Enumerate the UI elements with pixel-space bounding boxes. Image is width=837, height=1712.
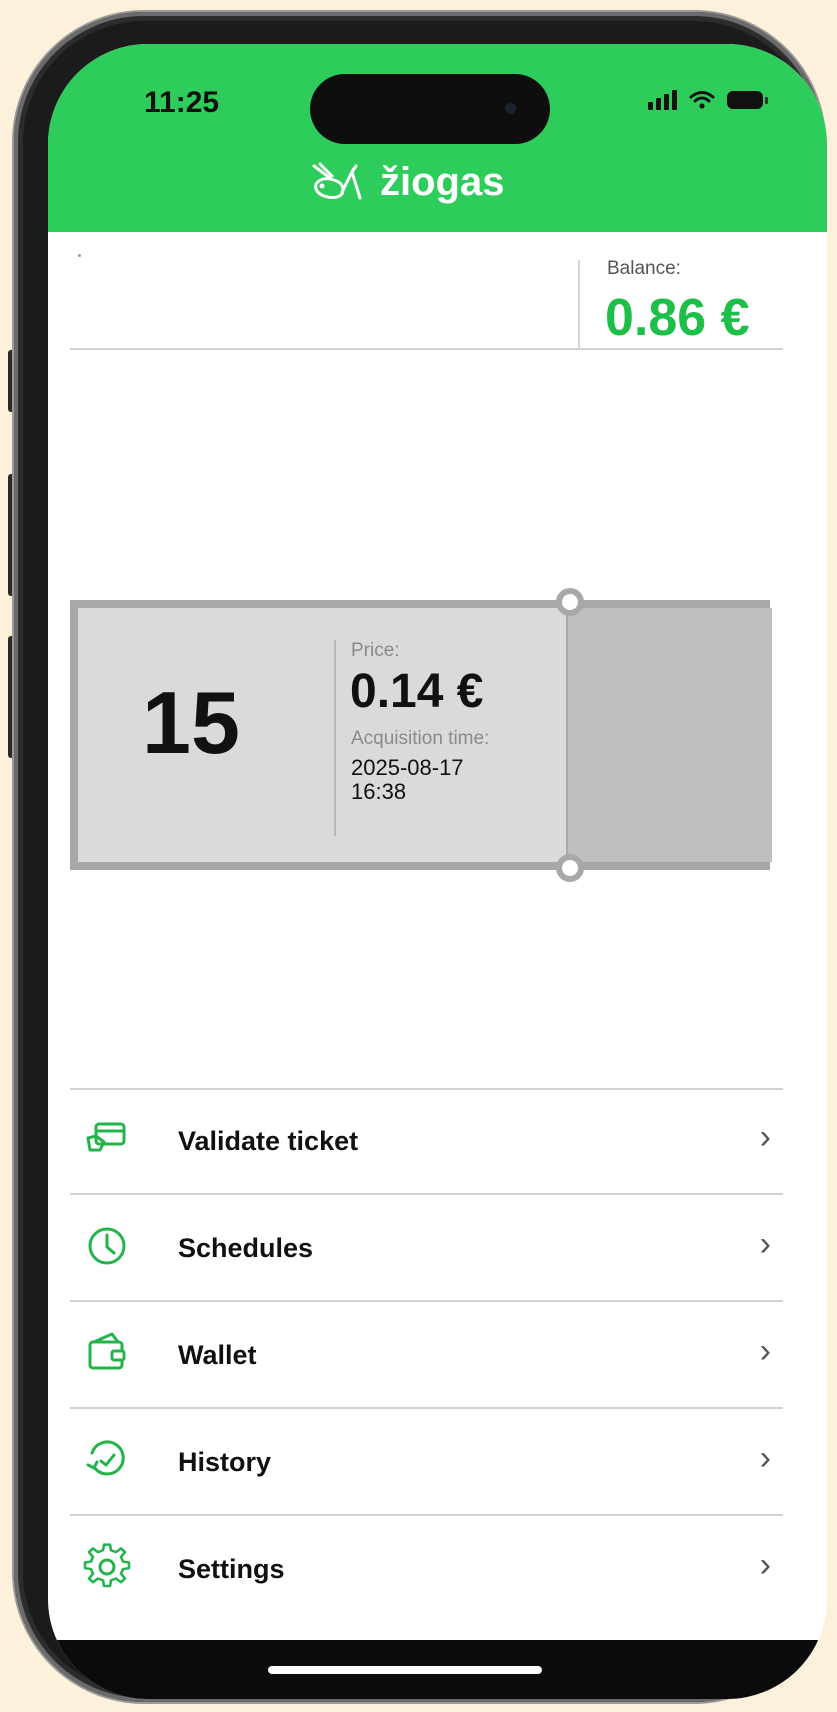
menu-item-validate-ticket[interactable]: Validate ticket › (70, 1088, 783, 1195)
ticket-price: 0.14 € (350, 665, 484, 718)
menu-label-schedules: Schedules (178, 1233, 314, 1263)
wallet-icon (88, 1332, 126, 1370)
app-screen: 11:25 žiogas Balance: 0.86 € 15 Price: 0… (48, 44, 827, 1699)
ticket-notch-top (556, 588, 584, 616)
menu-item-wallet[interactable]: Wallet › (70, 1302, 783, 1409)
ticket-acquisition-time: 2025-08-17 16:38 (351, 755, 464, 804)
brand-logo: žiogas (308, 160, 504, 205)
app-header: 11:25 žiogas (48, 44, 827, 232)
signal-icon (648, 90, 677, 110)
menu-item-schedules[interactable]: Schedules › (70, 1195, 783, 1302)
ticket-divider (334, 640, 336, 836)
home-indicator[interactable] (268, 1666, 542, 1674)
status-time: 11:25 (144, 86, 220, 119)
balance-value: 0.86 € (605, 289, 750, 347)
ticket-card[interactable]: 15 Price: 0.14 € Acquisition time: 2025-… (70, 588, 772, 882)
ticket-icon (86, 1122, 126, 1152)
brand-name: žiogas (380, 160, 505, 204)
phone-frame: 11:25 žiogas Balance: 0.86 € 15 Price: 0… (14, 12, 827, 1702)
chevron-right-icon: › (759, 1546, 771, 1584)
wifi-icon (689, 91, 715, 109)
history-icon (86, 1440, 125, 1476)
grasshopper-icon (312, 162, 362, 199)
chevron-right-icon: › (759, 1439, 771, 1477)
chevron-right-icon: › (759, 1118, 771, 1156)
main-menu: Validate ticket › Schedules › Wallet › H… (70, 1088, 783, 1623)
menu-label-wallet: Wallet (178, 1340, 257, 1370)
battery-icon (727, 91, 768, 109)
camera-icon (505, 103, 516, 114)
menu-label-settings: Settings (178, 1554, 285, 1584)
ticket-stub (566, 608, 772, 862)
gear-icon (83, 1543, 131, 1588)
ticket-number: 15 (142, 673, 240, 772)
status-icons (648, 90, 768, 110)
ticket-notch-bottom (556, 854, 584, 882)
clock-icon (88, 1227, 126, 1265)
chevron-right-icon: › (759, 1332, 771, 1370)
menu-label-history: History (178, 1447, 272, 1477)
ticket-acquisition-label: Acquisition time: (351, 728, 490, 749)
menu-label-validate-ticket: Validate ticket (178, 1126, 359, 1156)
dynamic-island (310, 74, 550, 144)
ticket-price-label: Price: (351, 640, 400, 661)
header-divider (70, 348, 783, 350)
menu-item-settings[interactable]: Settings › (70, 1516, 783, 1623)
menu-item-history[interactable]: History › (70, 1409, 783, 1516)
chevron-right-icon: › (759, 1225, 771, 1263)
placeholder-dot (78, 254, 81, 257)
balance-divider (578, 260, 580, 350)
balance-label: Balance: (607, 258, 681, 279)
